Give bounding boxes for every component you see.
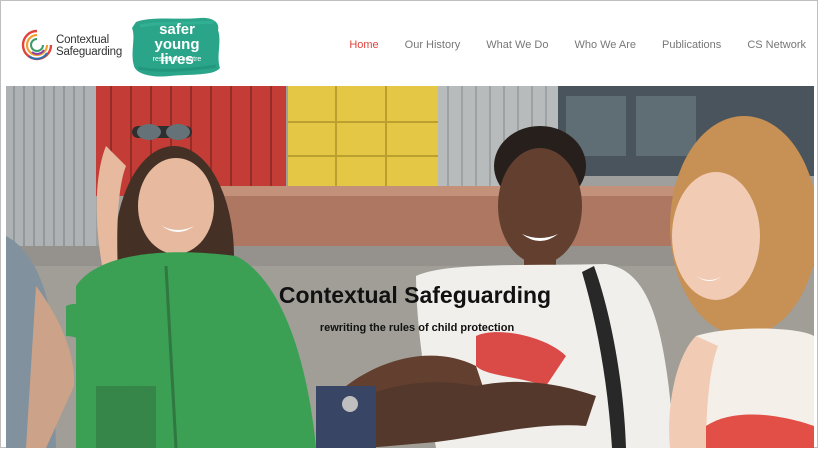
main-nav: Home Our History What We Do Who We Are P… xyxy=(323,39,806,51)
nav-item-our-history[interactable]: Our History xyxy=(405,39,461,51)
nav-item-home[interactable]: Home xyxy=(349,39,378,51)
safer-young-lives-logo[interactable]: safer young lives research centre xyxy=(130,16,222,78)
nav-item-cs-network[interactable]: CS Network xyxy=(747,39,806,51)
nav-item-who-we-are[interactable]: Who We Are xyxy=(574,39,636,51)
swirl-logo-icon xyxy=(21,29,53,61)
hero-banner: Contextual Safeguarding rewriting the ru… xyxy=(6,86,814,448)
hero-photo xyxy=(6,86,814,448)
logo-text-line1: Contextual xyxy=(56,34,109,46)
hero-title: Contextual Safeguarding xyxy=(278,282,552,308)
hero-subtitle: rewriting the rules of child protection xyxy=(319,322,515,334)
site-header: Contextual Safeguarding safer young live… xyxy=(6,6,814,86)
nav-item-what-we-do[interactable]: What We Do xyxy=(486,39,548,51)
nav-item-publications[interactable]: Publications xyxy=(662,39,721,51)
logo-text-line2: Safeguarding xyxy=(56,46,123,58)
partner-logo-sub: research centre xyxy=(152,56,202,63)
contextual-safeguarding-logo[interactable]: Contextual Safeguarding xyxy=(20,24,130,70)
partner-logo-line1: safer xyxy=(159,21,195,38)
